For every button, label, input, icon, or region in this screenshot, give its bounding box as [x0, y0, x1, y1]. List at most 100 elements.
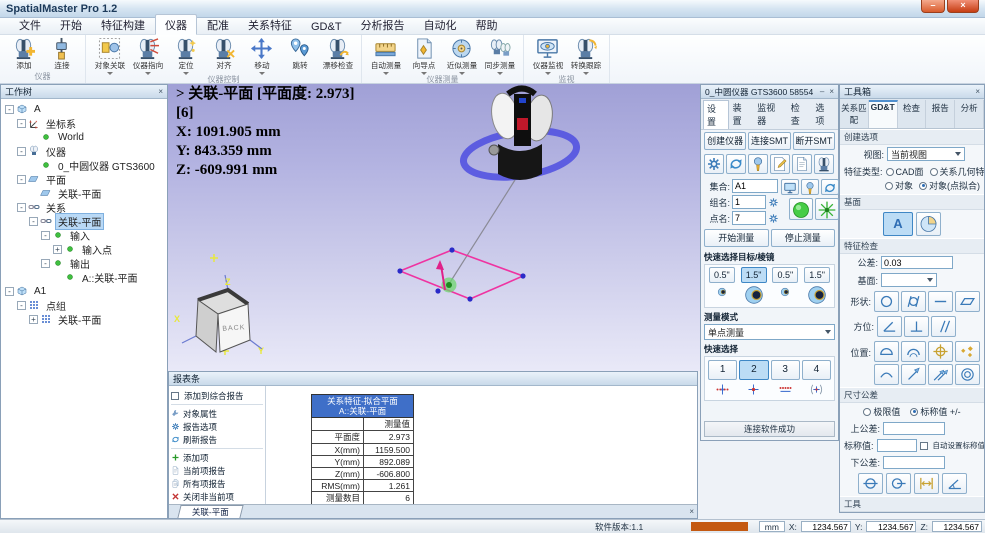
datum-a-button[interactable]: A: [883, 212, 913, 236]
datum-circle-button[interactable]: [916, 212, 941, 236]
menu-item-9[interactable]: 帮助: [467, 15, 507, 34]
ribbon-button-proximity-measure[interactable]: 近似测量: [443, 36, 480, 75]
menu-item-5[interactable]: 关系特征: [239, 15, 301, 34]
angle-dim-button[interactable]: [942, 473, 967, 494]
quick-select-button-2[interactable]: 2: [739, 360, 768, 380]
instrument-close-icon[interactable]: ×: [829, 88, 834, 96]
quick-select-button-1[interactable]: 1: [708, 360, 737, 380]
menu-item-6[interactable]: GD&T: [302, 19, 351, 34]
ribbon-button-guide-point[interactable]: 向导点: [405, 36, 442, 75]
group-spinner-icon[interactable]: [768, 197, 779, 208]
ribbon-button-instrument-pointing[interactable]: 仪器指向: [129, 36, 166, 75]
measure-pattern-1-icon[interactable]: [708, 382, 737, 397]
ribbon-button-move[interactable]: 移动: [243, 36, 280, 75]
tree-expander-icon[interactable]: -: [17, 203, 26, 212]
stop-measure-button[interactable]: 停止测量: [771, 229, 836, 247]
instrument-tab-4[interactable]: 选项: [812, 100, 836, 129]
doc-button[interactable]: [792, 154, 812, 174]
radius-button[interactable]: [886, 473, 911, 494]
feature-type-option-1[interactable]: 对象(点拟合): [919, 179, 980, 192]
flatness-button[interactable]: [955, 291, 980, 312]
dim-mode-option-radio-icon[interactable]: [910, 408, 918, 416]
nominal-input[interactable]: [877, 439, 917, 452]
quick-select-button-4[interactable]: 4: [802, 360, 831, 380]
probe-button[interactable]: [748, 154, 768, 174]
z-coord-input[interactable]: [932, 521, 982, 532]
cylindricity-button[interactable]: [901, 291, 926, 312]
smr-large-icon[interactable]: [807, 285, 827, 305]
smr-small-icon[interactable]: [715, 285, 729, 299]
point-spinner-icon[interactable]: [768, 213, 779, 224]
report-tab[interactable]: 关联-平面: [177, 505, 243, 518]
view-cube[interactable]: BACK Z X Y: [174, 275, 264, 356]
tree-item-0[interactable]: -A: [3, 102, 167, 116]
diameter-button[interactable]: [858, 473, 883, 494]
green-ball-button[interactable]: [789, 198, 813, 220]
toolbox-tab-0[interactable]: 关系匹配: [840, 100, 869, 128]
view-dropdown[interactable]: 当前视图: [887, 147, 965, 161]
measure-pattern-3-icon[interactable]: [771, 382, 800, 397]
feature-type-option-radio-icon[interactable]: [885, 182, 893, 190]
group-name-input[interactable]: [732, 195, 766, 209]
report-add-checkbox[interactable]: [171, 392, 179, 400]
feature-type-option-0[interactable]: 对象: [885, 179, 913, 192]
menu-item-7[interactable]: 分析报告: [352, 15, 414, 34]
report-sidebar-item-0[interactable]: 添加到综合报告: [171, 389, 263, 402]
tracker-sm-button[interactable]: [814, 154, 834, 174]
ribbon-button-instrument-monitor[interactable]: 仪器监视: [529, 36, 566, 75]
menu-item-4[interactable]: 配准: [198, 15, 238, 34]
instrument-minimize-icon[interactable]: –: [820, 88, 824, 96]
perpendicularity-button[interactable]: [904, 316, 929, 337]
lower-tolerance-input[interactable]: [883, 456, 945, 469]
report-sidebar-item-2[interactable]: 对象属性: [171, 407, 263, 420]
target-button-3[interactable]: 1.5": [804, 267, 830, 283]
instrument-top-button-0[interactable]: 创建仪器: [704, 132, 746, 150]
tree-expander-icon[interactable]: -: [17, 175, 26, 184]
tree-item-12[interactable]: -A::关联-平面: [3, 270, 167, 284]
tree-expander-icon[interactable]: -: [41, 231, 50, 240]
report-sidebar-item-7[interactable]: 当前项报告: [171, 464, 263, 477]
tree-expander-icon[interactable]: -: [41, 259, 50, 268]
tree-expander-icon[interactable]: -: [17, 147, 26, 156]
tree-expander-icon[interactable]: +: [53, 245, 62, 254]
refresh-button[interactable]: [726, 154, 746, 174]
parallelism-button[interactable]: [931, 316, 956, 337]
ribbon-button-align[interactable]: 对齐: [205, 36, 242, 75]
ribbon-button-locate[interactable]: 定位: [167, 36, 204, 75]
feature-type-option-radio-icon[interactable]: [930, 168, 938, 176]
tree-expander-icon[interactable]: +: [29, 315, 38, 324]
ribbon-button-auto-measure[interactable]: 自动测量: [367, 36, 404, 75]
instrument-tab-1[interactable]: 装置: [730, 100, 754, 129]
work-tree-close-icon[interactable]: ×: [158, 88, 163, 96]
active-point[interactable]: [446, 282, 452, 288]
tree-item-15[interactable]: +关联-平面: [3, 312, 167, 326]
green-beam-button[interactable]: [815, 198, 839, 220]
circular-runout-button[interactable]: [901, 364, 926, 385]
instrument-tab-0[interactable]: 设置: [703, 100, 729, 129]
upper-tolerance-input[interactable]: [883, 422, 945, 435]
feature-type-option-radio-icon[interactable]: [886, 168, 894, 176]
tree-item-6[interactable]: -关联-平面: [3, 186, 167, 200]
ribbon-button-add[interactable]: 添加: [5, 36, 42, 72]
dim-mode-option-0[interactable]: 极限值: [863, 405, 900, 418]
instrument-top-button-1[interactable]: 连接SMT: [748, 132, 790, 150]
tree-item-13[interactable]: -A1: [3, 284, 167, 298]
close-button[interactable]: ×: [947, 0, 979, 13]
menu-item-8[interactable]: 自动化: [415, 15, 466, 34]
toolbox-tab-3[interactable]: 报告: [926, 100, 955, 128]
profile-surface-button[interactable]: [874, 341, 899, 362]
unit-box[interactable]: mm: [759, 521, 785, 532]
minimize-button[interactable]: –: [921, 0, 945, 13]
ribbon-button-transform-track[interactable]: 转换跟踪: [567, 36, 604, 75]
profile-line-button[interactable]: [901, 341, 926, 362]
report-sidebar-item-6[interactable]: 添加项: [171, 451, 263, 464]
report-sidebar-item-3[interactable]: 报告选项: [171, 420, 263, 433]
feature-type-option-1[interactable]: 关系几何特征: [930, 165, 984, 178]
menu-item-3[interactable]: 仪器: [155, 14, 197, 35]
smr-small-icon[interactable]: [778, 285, 792, 299]
menu-item-0[interactable]: 文件: [10, 15, 50, 34]
report-tabstrip-close-icon[interactable]: ×: [689, 507, 694, 516]
datum-dropdown[interactable]: [881, 273, 937, 287]
tolerance-input[interactable]: [881, 256, 953, 269]
ribbon-button-sync-measure[interactable]: 同步测量: [481, 36, 518, 75]
